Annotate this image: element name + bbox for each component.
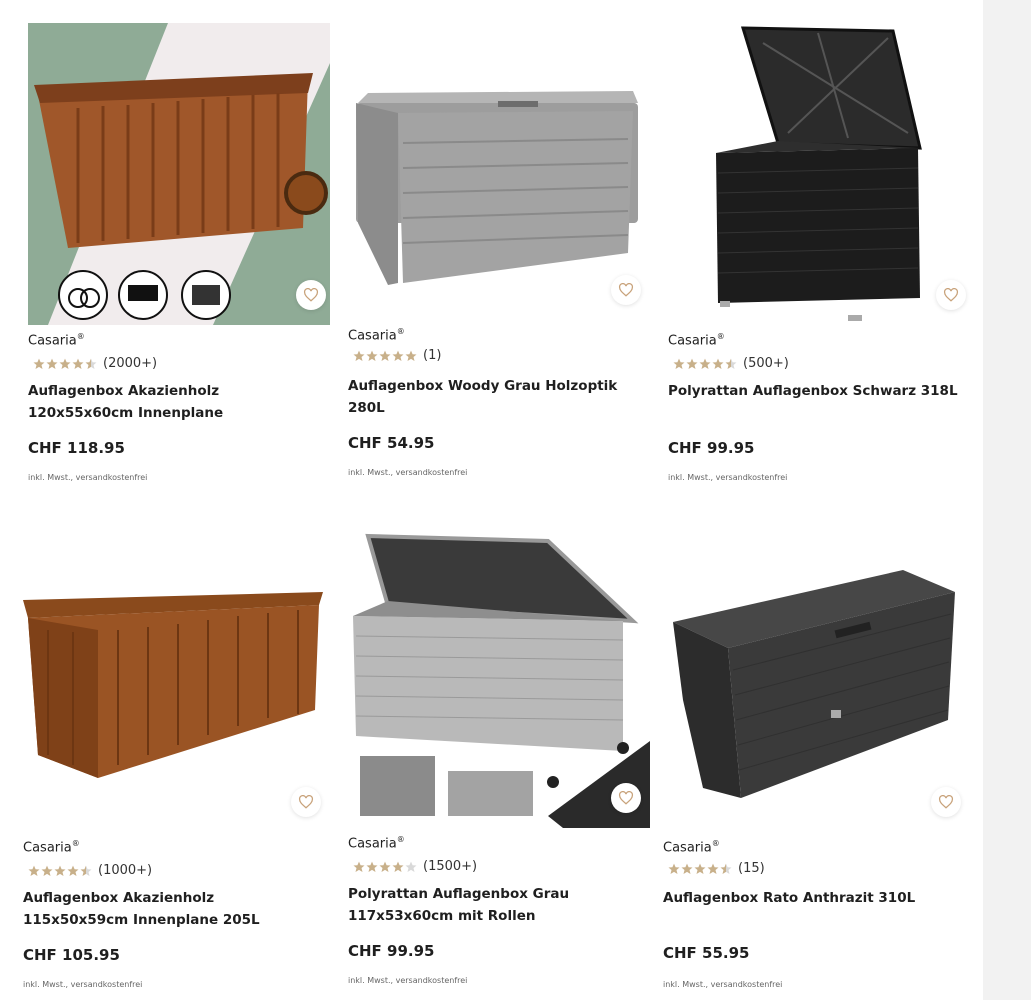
favorite-button[interactable] bbox=[931, 787, 961, 817]
star-icon bbox=[67, 865, 79, 876]
star-icon bbox=[366, 350, 378, 361]
review-count: (500+) bbox=[743, 356, 789, 371]
product-rating: (500+) bbox=[673, 356, 789, 371]
star-icon bbox=[379, 350, 391, 361]
product-title[interactable]: Auflagenbox Akazienholz 115x50x59cm Inne… bbox=[23, 887, 323, 931]
star-icon bbox=[33, 358, 45, 369]
star-icon bbox=[379, 861, 391, 872]
star-icon bbox=[80, 865, 92, 876]
product-price: CHF 118.95 bbox=[28, 439, 125, 457]
product-rating: (1000+) bbox=[28, 863, 152, 878]
product-title[interactable]: Auflagenbox Woody Grau Holzoptik 280L bbox=[348, 375, 648, 419]
product-title[interactable]: Auflagenbox Rato Anthrazit 310L bbox=[663, 887, 963, 909]
rating-stars bbox=[353, 861, 417, 873]
wooden-box-image[interactable] bbox=[23, 530, 325, 832]
star-icon bbox=[353, 350, 365, 361]
star-icon bbox=[85, 358, 97, 369]
heart-icon bbox=[618, 283, 634, 297]
star-icon bbox=[707, 863, 719, 874]
product-title[interactable]: Auflagenbox Akazienholz 120x55x60cm Inne… bbox=[28, 380, 328, 424]
star-icon bbox=[668, 863, 680, 874]
product-title[interactable]: Polyrattan Auflagenbox Schwarz 318L bbox=[668, 380, 968, 402]
product-brand[interactable]: Casaria® bbox=[668, 332, 725, 348]
star-icon bbox=[72, 358, 84, 369]
product-rating: (2000+) bbox=[33, 356, 157, 371]
star-icon bbox=[720, 863, 732, 874]
review-count: (2000+) bbox=[103, 356, 158, 371]
page-scroll-area bbox=[983, 0, 1031, 1000]
product-price: CHF 55.95 bbox=[663, 944, 750, 962]
review-count: (1000+) bbox=[98, 863, 153, 878]
favorite-button[interactable] bbox=[611, 275, 641, 305]
star-icon bbox=[673, 358, 685, 369]
product-rating: (1500+) bbox=[353, 859, 477, 874]
anthracite-box-image[interactable] bbox=[663, 530, 965, 832]
heart-icon bbox=[618, 791, 634, 805]
star-icon bbox=[405, 350, 417, 361]
heart-icon bbox=[298, 795, 314, 809]
star-icon bbox=[392, 350, 404, 361]
rating-stars bbox=[668, 863, 732, 875]
review-count: (1) bbox=[423, 348, 442, 363]
product-price: CHF 54.95 bbox=[348, 434, 435, 452]
star-icon bbox=[59, 358, 71, 369]
product-rating: (15) bbox=[668, 861, 765, 876]
review-count: (15) bbox=[738, 861, 765, 876]
product-brand[interactable]: Casaria® bbox=[663, 839, 720, 855]
star-icon bbox=[405, 861, 417, 872]
star-icon bbox=[725, 358, 737, 369]
star-icon bbox=[366, 861, 378, 872]
wooden-box-image[interactable] bbox=[28, 23, 330, 325]
star-icon bbox=[712, 358, 724, 369]
product-brand[interactable]: Casaria® bbox=[23, 839, 80, 855]
product-price: CHF 99.95 bbox=[348, 942, 435, 960]
product-title[interactable]: Polyrattan Auflagenbox Grau 117x53x60cm … bbox=[348, 883, 648, 927]
heart-icon bbox=[303, 288, 319, 302]
black-rattan-box-image[interactable] bbox=[668, 23, 970, 325]
price-note: inkl. Mwst., versandkostenfrei bbox=[668, 473, 788, 482]
favorite-button[interactable] bbox=[936, 280, 966, 310]
star-icon bbox=[54, 865, 66, 876]
review-count: (1500+) bbox=[423, 859, 478, 874]
rating-stars bbox=[673, 358, 737, 370]
favorite-button[interactable] bbox=[291, 787, 321, 817]
product-brand[interactable]: Casaria® bbox=[28, 332, 85, 348]
price-note: inkl. Mwst., versandkostenfrei bbox=[28, 473, 148, 482]
product-price: CHF 99.95 bbox=[668, 439, 755, 457]
product-brand[interactable]: Casaria® bbox=[348, 835, 405, 851]
product-brand[interactable]: Casaria® bbox=[348, 327, 405, 343]
star-icon bbox=[686, 358, 698, 369]
grey-box-image[interactable] bbox=[348, 23, 650, 325]
heart-icon bbox=[943, 288, 959, 302]
product-rating: (1) bbox=[353, 348, 441, 363]
favorite-button[interactable] bbox=[611, 783, 641, 813]
star-icon bbox=[41, 865, 53, 876]
star-icon bbox=[699, 358, 711, 369]
star-icon bbox=[28, 865, 40, 876]
star-icon bbox=[46, 358, 58, 369]
star-icon bbox=[353, 861, 365, 872]
grey-rattan-box-image[interactable] bbox=[348, 526, 650, 828]
star-icon bbox=[392, 861, 404, 872]
price-note: inkl. Mwst., versandkostenfrei bbox=[348, 976, 468, 985]
product-price: CHF 105.95 bbox=[23, 946, 120, 964]
star-icon bbox=[694, 863, 706, 874]
favorite-button[interactable] bbox=[296, 280, 326, 310]
price-note: inkl. Mwst., versandkostenfrei bbox=[663, 980, 783, 989]
price-note: inkl. Mwst., versandkostenfrei bbox=[23, 980, 143, 989]
rating-stars bbox=[33, 358, 97, 370]
heart-icon bbox=[938, 795, 954, 809]
price-note: inkl. Mwst., versandkostenfrei bbox=[348, 468, 468, 477]
rating-stars bbox=[28, 865, 92, 877]
star-icon bbox=[681, 863, 693, 874]
rating-stars bbox=[353, 350, 417, 362]
